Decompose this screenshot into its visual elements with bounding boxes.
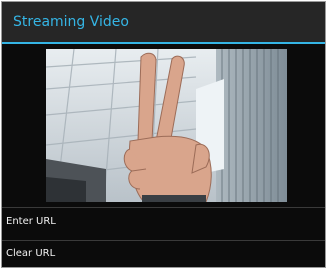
action-bar: Streaming Video <box>2 2 325 42</box>
title-divider <box>2 42 325 44</box>
app-window: Streaming Video Enter URL Clear URL <box>1 1 326 268</box>
enter-url-label: Enter URL <box>6 216 56 227</box>
app-title: Streaming Video <box>13 14 129 30</box>
enter-url-item[interactable]: Enter URL <box>2 207 325 241</box>
video-frame-image <box>46 49 287 202</box>
clear-url-label: Clear URL <box>6 248 56 259</box>
clear-url-item[interactable]: Clear URL <box>2 240 325 268</box>
video-stream-view[interactable] <box>46 49 287 202</box>
